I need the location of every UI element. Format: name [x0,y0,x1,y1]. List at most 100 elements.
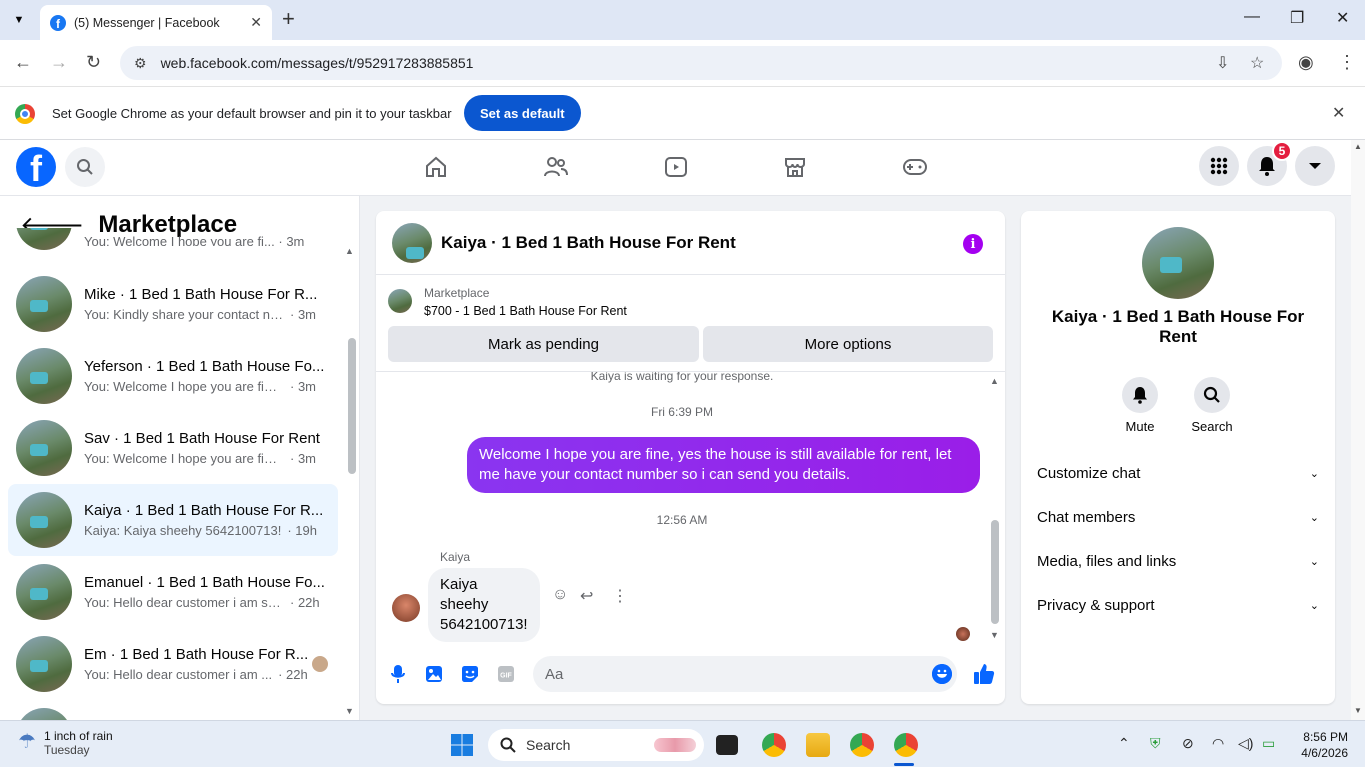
scroll-down-arrow-icon[interactable]: ▼ [990,630,999,640]
microphone-icon[interactable] [388,664,408,684]
marketplace-icon[interactable] [782,154,808,180]
windows-start-icon[interactable] [450,733,474,757]
battery-icon[interactable]: ▭ [1262,735,1275,752]
close-infobar-icon[interactable]: ✕ [1332,103,1345,123]
system-clock[interactable]: 8:56 PM 4/6/2026 [1298,729,1348,761]
more-actions-kebab-icon[interactable]: ⋮ [612,586,628,606]
conversation-item-active[interactable]: Kaiya · 1 Bed 1 Bath House For R... Kaiy… [8,484,338,556]
chrome-profile-h-icon[interactable] [762,733,786,757]
emoji-icon[interactable] [932,664,952,684]
section-label: Media, files and links [1037,552,1177,570]
wifi-icon[interactable]: ◠ [1212,735,1224,752]
reload-icon[interactable]: ↻ [86,52,101,73]
privacy-support-section[interactable]: Privacy & support ⌄ [1037,594,1319,616]
maximize-icon[interactable]: ❐ [1290,8,1304,28]
address-bar[interactable]: ⚙ web.facebook.com/messages/t/9529172838… [120,46,1282,80]
close-window-icon[interactable]: ✕ [1336,8,1349,28]
scroll-down-arrow-icon[interactable]: ▼ [345,706,354,716]
profile-icon[interactable]: ◉ [1298,52,1314,73]
conversation-name: Em · 1 Bed 1 Bath House For R... [84,646,309,663]
chrome-profile-icon[interactable] [850,733,874,757]
page-scrollbar[interactable]: ▲ ▼ [1351,140,1365,720]
reply-arrow-icon[interactable]: ↩ [580,586,593,606]
account-chevron-down-icon[interactable] [1295,146,1335,186]
tab-search-chevron-icon[interactable]: ▼ [8,9,30,31]
browser-tab[interactable]: f (5) Messenger | Facebook ✕ [40,5,272,40]
new-tab-plus-icon[interactable]: + [282,6,295,32]
minimize-icon[interactable]: — [1244,8,1260,26]
sticker-icon[interactable] [460,664,480,684]
conversation-item[interactable]: Emanuel · 1 Bed 1 Bath House Fo... You: … [8,556,338,628]
conversation-item[interactable]: Em · 1 Bed 1 Bath House For R... You: He… [8,628,338,700]
home-icon[interactable] [423,154,449,180]
partial-conversation-preview: You: Welcome I hope you are fi... · 3m [84,234,305,246]
incoming-message-bubble[interactable]: Kaiya sheehy 5642100713! [428,568,540,642]
set-as-default-button[interactable]: Set as default [464,95,581,131]
info-icon[interactable]: i [963,234,983,254]
security-shield-icon[interactable]: ⛨ [1150,735,1161,752]
friends-icon[interactable] [543,154,569,180]
bookmark-star-icon[interactable]: ☆ [1250,53,1264,73]
network-off-icon[interactable]: ⊘ [1182,735,1194,752]
conversation-avatar [16,348,72,404]
taskbar-search[interactable]: Search [488,729,704,761]
thumbs-up-icon[interactable] [972,662,996,686]
chat-avatar[interactable] [392,222,432,263]
close-tab-icon[interactable]: ✕ [250,14,262,31]
listing-thumbnail [388,289,412,313]
outgoing-message-bubble[interactable]: Welcome I hope you are fine, yes the hou… [467,437,980,493]
conversation-preview: You: Hello dear customer i am still... [84,595,284,610]
forward-arrow-icon[interactable]: → [50,52,68,73]
conversation-preview: You: Welcome I hope you are fine, ... [84,451,284,466]
chat-scrollbar-thumb[interactable] [991,520,999,624]
back-arrow-icon[interactable]: ← [14,52,32,73]
search-icon[interactable] [65,147,105,187]
search-icon [500,737,516,753]
gaming-icon[interactable] [902,154,928,180]
conversation-item[interactable]: Sav · 1 Bed 1 Bath House For Rent You: W… [8,412,338,484]
video-icon[interactable] [663,154,689,180]
react-smiley-icon[interactable]: ☺ [552,586,568,604]
menu-kebab-icon[interactable]: ⋮ [1338,52,1356,73]
conversation-avatar [16,636,72,692]
scroll-up-arrow-icon[interactable]: ▲ [990,376,999,386]
chat-panel: Kaiya · 1 Bed 1 Bath House For Rent i Ma… [376,211,1005,704]
profile-avatar[interactable] [1142,227,1214,299]
menu-grid-icon[interactable] [1199,146,1239,186]
file-explorer-icon[interactable] [806,733,830,757]
notification-count-badge: 5 [1272,141,1292,161]
customize-chat-section[interactable]: Customize chat ⌄ [1037,462,1319,484]
site-info-icon[interactable]: ⚙ [134,55,147,72]
more-options-button[interactable]: More options [703,326,993,362]
mark-as-pending-button[interactable]: Mark as pending [388,326,699,362]
facebook-logo-icon[interactable]: f [16,147,56,187]
timestamp: 12:56 AM [656,513,708,527]
conversation-item[interactable]: Mike · 1 Bed 1 Bath House For R... You: … [8,268,338,340]
scroll-up-arrow-icon[interactable]: ▲ [345,246,354,256]
gif-icon[interactable]: GIF [496,664,516,684]
weather-widget[interactable]: ☂ 1 inch of rain Tuesday [18,729,113,757]
waiting-notice: Kaiya is waiting for your response. [590,371,774,383]
chrome-active-icon[interactable] [894,733,918,757]
clock-date: 4/6/2026 [1301,746,1348,760]
listing-summary[interactable]: Marketplace $700 - 1 Bed 1 Bath House Fo… [388,283,988,323]
mute-button[interactable]: Mute [1110,377,1170,434]
scroll-down-arrow-icon[interactable]: ▼ [1354,706,1362,715]
photo-icon[interactable] [424,664,444,684]
message-composer: GIF Aa [376,652,1005,704]
install-app-icon[interactable]: ⇩ [1216,53,1229,73]
sender-avatar[interactable] [392,594,420,622]
show-hidden-icons-chevron-icon[interactable]: ⌃ [1118,735,1130,752]
rain-umbrella-icon: ☂ [18,731,36,753]
media-files-links-section[interactable]: Media, files and links ⌄ [1037,550,1319,572]
chat-title[interactable]: Kaiya · 1 Bed 1 Bath House For Rent [441,233,736,253]
search-in-conversation-button[interactable]: Search [1182,377,1242,434]
sidebar-scrollbar-thumb[interactable] [348,338,356,474]
conversation-item[interactable]: Yeferson · 1 Bed 1 Bath House Fo... You:… [8,340,338,412]
scroll-up-arrow-icon[interactable]: ▲ [1354,142,1362,151]
message-input[interactable]: Aa [533,656,957,692]
volume-icon[interactable]: ◁) [1238,735,1253,752]
chat-members-section[interactable]: Chat members ⌄ [1037,506,1319,528]
task-view-icon[interactable] [716,735,738,755]
partial-conversation-avatar [16,708,72,720]
